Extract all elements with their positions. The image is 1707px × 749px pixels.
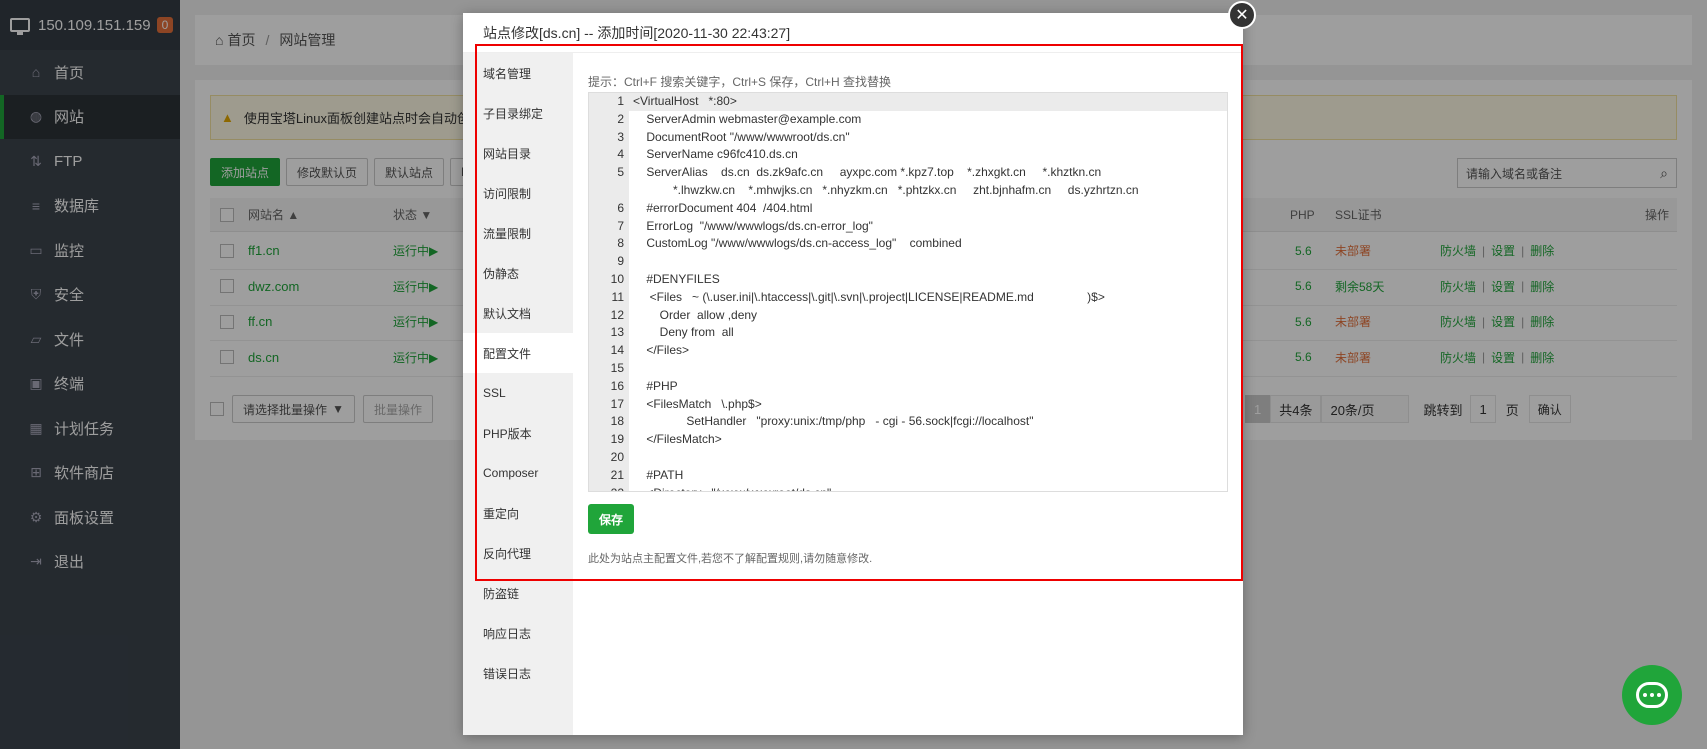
- modal-tab-15[interactable]: 错误日志: [463, 653, 573, 693]
- chat-button[interactable]: [1622, 665, 1682, 725]
- modal-tab-14[interactable]: 响应日志: [463, 613, 573, 653]
- highlight-box: [475, 44, 1243, 581]
- chat-icon: [1636, 682, 1668, 708]
- close-icon[interactable]: ✕: [1228, 1, 1256, 29]
